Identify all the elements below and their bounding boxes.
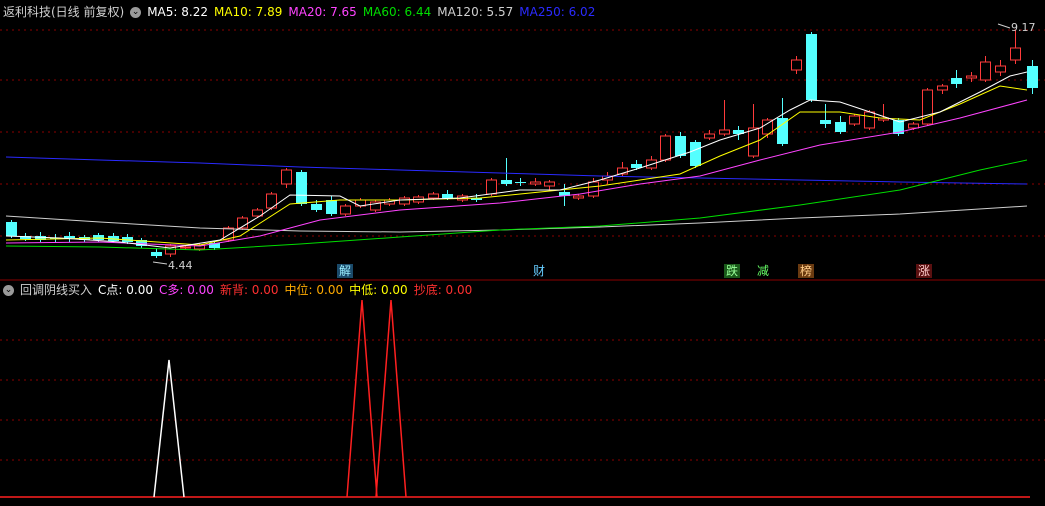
candle-body-up [719, 129, 730, 135]
c-point-readout: C点: 0.00 [98, 283, 153, 297]
candle-body-up [937, 85, 948, 91]
high-marker-arrow [997, 23, 1011, 29]
zhong-di-readout: 中低: 0.00 [349, 283, 408, 297]
candle-body-down [1027, 66, 1038, 88]
candle-body-up [399, 197, 410, 205]
chao-di-signal [375, 299, 407, 498]
c-point-signal [153, 359, 185, 498]
indicator-title: 回调阴线买入 [20, 283, 93, 297]
candle-body-down [311, 204, 322, 210]
indicator-header: ⌄ 回调阴线买入 C点: 0.00 C多: 0.00 新背: 0.00 中位: 0.00 中… [3, 280, 478, 300]
candle-body-down [93, 235, 104, 240]
candle-body-up [966, 75, 977, 79]
ma250-readout: MA250: 6.02 [519, 5, 596, 19]
ma60-readout: MA60: 6.44 [362, 5, 432, 19]
candle-body-up [791, 59, 802, 71]
settings-icon[interactable]: ⌄ [130, 7, 142, 18]
candle-body-up [530, 181, 541, 185]
candle-body-down [820, 120, 831, 124]
ma10-readout: MA10: 7.89 [213, 5, 283, 19]
candle-body-down [151, 252, 162, 256]
low-marker-arrow [152, 261, 168, 265]
ma120-readout: MA120: 5.57 [437, 5, 514, 19]
candle-body-down [326, 200, 337, 214]
candle-body-up [864, 111, 875, 129]
candle-body-down [296, 172, 307, 204]
candle-body-down [64, 236, 75, 238]
candle-body-down [675, 136, 686, 156]
candle-body-up [849, 115, 860, 125]
c-duo-readout: C多: 0.00 [158, 283, 214, 297]
candle-body-up [660, 135, 671, 161]
candle-body-down [690, 142, 701, 166]
candle-body-up [908, 123, 919, 129]
event-tag-zhang[interactable]: 涨 [916, 264, 933, 278]
candle-body-down [6, 222, 17, 236]
candle-body-down [835, 122, 846, 132]
candle-body-up [544, 181, 555, 187]
ma10-line [5, 85, 1028, 246]
high-price-label: 9.17 [1011, 21, 1036, 34]
candle-body-down [515, 182, 526, 183]
candle-body-down [442, 194, 453, 198]
ma250-line [5, 156, 1028, 185]
candle-body-up [748, 127, 759, 157]
candle-body-up [1010, 47, 1021, 61]
ma5-readout: MA5: 8.22 [147, 5, 208, 19]
candle-body-up [588, 181, 599, 197]
chao-di-signal [346, 299, 378, 498]
candle-body-up [281, 169, 292, 185]
ma5-line [5, 71, 1028, 249]
candle-body-down [806, 34, 817, 100]
candle-body-up [573, 195, 584, 199]
main-chart-header: 返利科技(日线 前复权) ⌄ MA5: 8.22 MA10: 7.89 MA20: 7.… [3, 2, 601, 22]
candle-body-up [180, 246, 191, 249]
ma20-readout: MA20: 7.65 [288, 5, 357, 19]
candle-body-up [428, 193, 439, 199]
indicator-settings-icon[interactable]: ⌄ [3, 285, 14, 296]
chao-di-readout: 抄底: 0.00 [413, 283, 473, 297]
candle-body-down [501, 180, 512, 184]
event-tag-jie[interactable]: 解 [337, 264, 354, 278]
candle-body-up [340, 205, 351, 215]
candle-body-up [980, 61, 991, 81]
candle-body-up [704, 133, 715, 139]
zhong-wei-readout: 中位: 0.00 [284, 283, 344, 297]
candle-body-up [995, 65, 1006, 73]
stock-title: 返利科技(日线 前复权) [3, 5, 125, 19]
candlestick-chart [0, 23, 1045, 498]
event-tag-bang[interactable]: 榜 [798, 264, 815, 278]
candle-body-down [951, 78, 962, 84]
low-price-label: 4.44 [168, 259, 193, 272]
event-tag-die[interactable]: 跌 [724, 264, 741, 278]
ma120-line [5, 205, 1028, 233]
xin-bei-readout: 新背: 0.00 [219, 283, 279, 297]
event-tag-cai[interactable]: 财 [531, 264, 547, 278]
event-tag-jian[interactable]: 减 [755, 264, 771, 278]
candle-body-up [486, 179, 497, 195]
